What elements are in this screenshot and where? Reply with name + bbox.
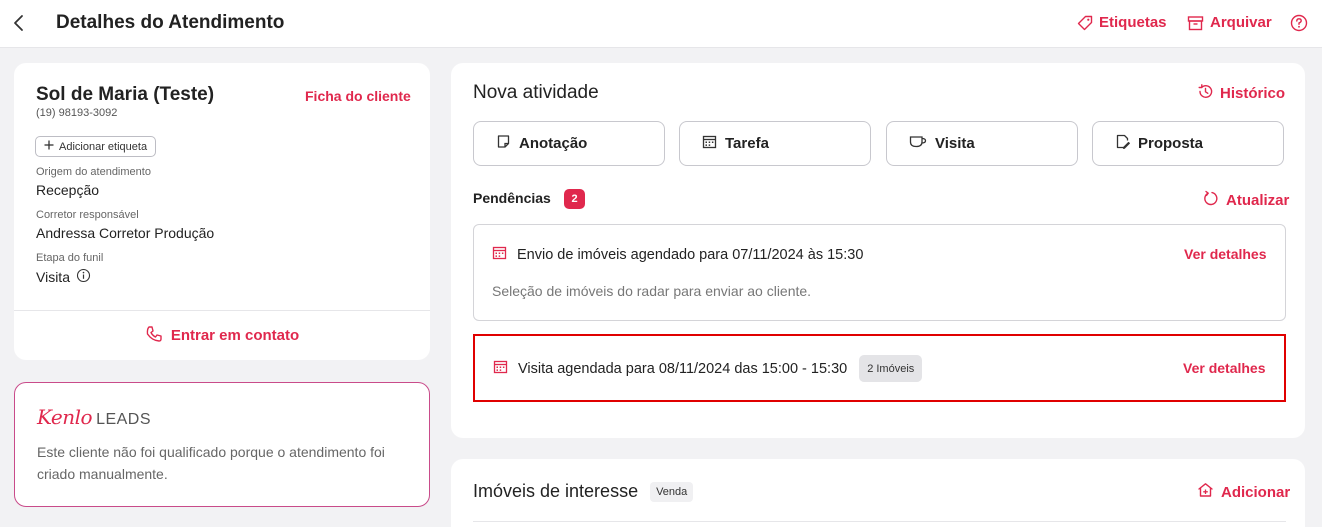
- pendencias-label: Pendências: [473, 190, 551, 206]
- help-icon[interactable]: [1289, 13, 1309, 33]
- client-name: Sol de Maria (Teste): [36, 84, 215, 105]
- pendencia-item: Envio de imóveis agendado para 07/11/202…: [473, 224, 1286, 321]
- arquivar-label: Arquivar: [1210, 14, 1272, 31]
- calendar-icon: [702, 134, 717, 153]
- cup-icon: [909, 134, 927, 153]
- tarefa-label: Tarefa: [725, 135, 769, 152]
- atualizar-label: Atualizar: [1226, 192, 1290, 209]
- refresh-icon: [1203, 190, 1220, 211]
- origem-value-text: Recepção: [36, 182, 100, 198]
- home-add-icon: [1197, 482, 1214, 502]
- client-card: Sol de Maria (Teste) (19) 98193-3092 Fic…: [14, 63, 430, 360]
- plus-icon: [44, 140, 54, 153]
- nova-atividade-card: Nova atividade Histórico Anotação Tarefa…: [451, 63, 1305, 438]
- atualizar-button[interactable]: Atualizar: [1203, 190, 1289, 211]
- adicionar-imovel-button[interactable]: Adicionar: [1197, 482, 1290, 502]
- visita-button[interactable]: Visita: [886, 121, 1078, 166]
- page-title: Detalhes do Atendimento: [56, 12, 285, 33]
- calendar-icon: [493, 359, 508, 378]
- anotacao-label: Anotação: [519, 135, 588, 152]
- etapa-label: Etapa do funil: [36, 252, 104, 264]
- ver-detalhes-link[interactable]: Ver detalhes: [1183, 360, 1266, 376]
- ficha-do-cliente-link[interactable]: Ficha do cliente: [305, 88, 411, 104]
- adicionar-label: Adicionar: [1221, 483, 1291, 501]
- phone-icon: [145, 325, 163, 347]
- tarefa-button[interactable]: Tarefa: [679, 121, 871, 166]
- calendar-icon: [492, 245, 507, 264]
- pendencia-title: Envio de imóveis agendado para 07/11/202…: [517, 246, 864, 263]
- imoveis-interesse-title-row: Imóveis de interesse Venda: [473, 481, 694, 502]
- historico-button[interactable]: Histórico: [1197, 83, 1285, 104]
- pendencia-item-highlighted: Visita agendada para 08/11/2024 das 15:0…: [473, 334, 1286, 402]
- proposta-label: Proposta: [1138, 135, 1204, 152]
- kenlo-leads-logo: Kenlo LEADS: [37, 405, 151, 429]
- pendencia-title: Visita agendada para 08/11/2024 das 15:0…: [518, 360, 848, 377]
- archive-icon: [1187, 15, 1204, 31]
- anotacao-button[interactable]: Anotação: [473, 121, 665, 166]
- note-icon: [496, 134, 511, 153]
- etapa-value-text: Visita: [36, 269, 70, 285]
- pendencia-description: Seleção de imóveis do radar para enviar …: [492, 283, 812, 299]
- visita-label: Visita: [935, 135, 975, 152]
- top-bar: Detalhes do Atendimento Etiquetas Arquiv…: [0, 0, 1322, 48]
- proposta-button[interactable]: Proposta: [1092, 121, 1284, 166]
- add-tag-label: Adicionar etiqueta: [59, 140, 148, 153]
- venda-chip: Venda: [650, 481, 694, 502]
- etiquetas-button[interactable]: Etiquetas: [1077, 14, 1167, 31]
- kenlo-leads-card: Kenlo LEADS Este cliente não foi qualifi…: [14, 382, 430, 507]
- corretor-label: Corretor responsável: [36, 209, 139, 221]
- ver-detalhes-link[interactable]: Ver detalhes: [1184, 246, 1267, 262]
- tag-icon: [1077, 15, 1093, 31]
- history-icon: [1197, 83, 1214, 104]
- pendencia-title-row: Visita agendada para 08/11/2024 das 15:0…: [493, 355, 923, 382]
- corretor-value-text: Andressa Corretor Produção: [36, 225, 215, 241]
- corretor-value: Andressa Corretor Produção: [36, 225, 214, 241]
- entrar-em-contato-button[interactable]: Entrar em contato: [14, 311, 430, 360]
- etiquetas-label: Etiquetas: [1099, 14, 1167, 31]
- imoveis-interesse-card: Imóveis de interesse Venda Adicionar: [451, 459, 1305, 527]
- back-arrow-icon[interactable]: [10, 12, 30, 34]
- etapa-value: Visita: [36, 268, 91, 286]
- historico-label: Histórico: [1220, 85, 1286, 102]
- kenlo-brand: Kenlo: [37, 405, 93, 429]
- info-icon[interactable]: [76, 268, 91, 286]
- pendencia-title-row: Envio de imóveis agendado para 07/11/202…: [492, 245, 863, 264]
- contact-label: Entrar em contato: [170, 327, 300, 344]
- client-phone: (19) 98193-3092: [36, 107, 118, 119]
- imoveis-count-chip: 2 Imóveis: [859, 355, 923, 382]
- origem-value: Recepção: [36, 182, 99, 198]
- pendencias-count-badge: 2: [564, 189, 585, 209]
- leads-message: Este cliente não foi qualificado porque …: [37, 444, 385, 482]
- imoveis-interesse-title: Imóveis de interesse: [473, 481, 639, 501]
- document-edit-icon: [1115, 134, 1130, 153]
- arquivar-button[interactable]: Arquivar: [1187, 14, 1272, 31]
- divider: [473, 521, 1286, 522]
- nova-atividade-title: Nova atividade: [473, 82, 599, 103]
- add-tag-button[interactable]: Adicionar etiqueta: [35, 136, 157, 157]
- origem-label: Origem do atendimento: [36, 166, 151, 178]
- leads-brand-suffix: LEADS: [96, 411, 152, 428]
